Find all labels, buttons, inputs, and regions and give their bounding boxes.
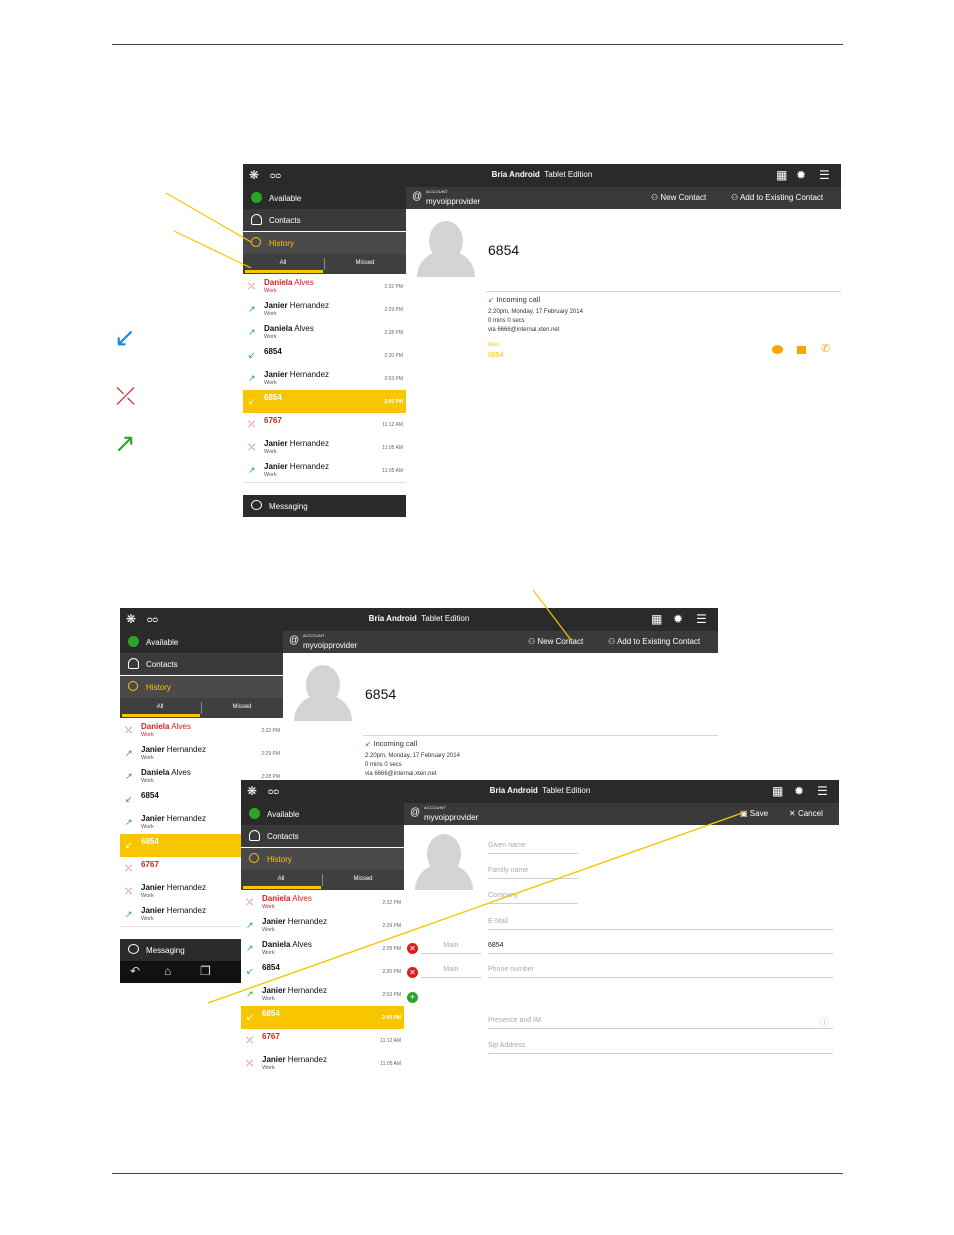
callout-lines [165, 192, 746, 1004]
callout-line-new-contact [532, 589, 572, 641]
callout-line-save [207, 811, 746, 1004]
callout-line-history [165, 192, 252, 243]
callout-line-tabs [173, 230, 252, 269]
